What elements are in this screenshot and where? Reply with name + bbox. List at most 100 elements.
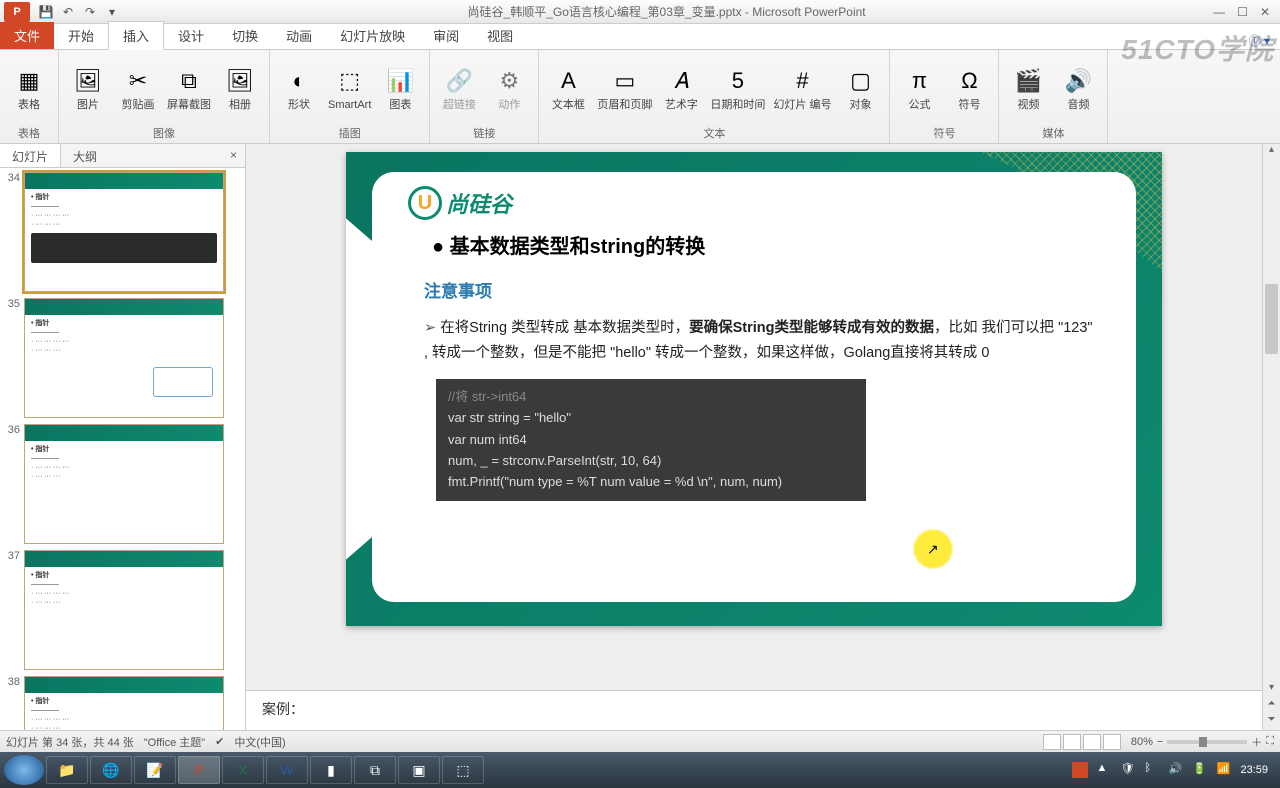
vertical-scrollbar[interactable]: ▴ ▾ ⏶ ⏷ [1262,144,1280,730]
ribbon-动作[interactable]: ⚙动作 [488,65,530,111]
zoom-slider[interactable] [1167,740,1247,744]
ribbon-页眉和页脚[interactable]: ▭页眉和页脚 [597,65,652,111]
close-icon[interactable]: ✕ [1260,5,1270,19]
tab-home[interactable]: 开始 [54,22,108,49]
undo-icon[interactable]: ↶ [60,4,76,20]
slide-thumbnail[interactable]: • 指针————· ··· ··· ··· ···· ··· ··· ··· [24,172,224,292]
zoom-control[interactable]: 80% − ＋ ⛶ [1131,734,1274,750]
sidetab-outline[interactable]: 大纲 [61,144,109,167]
tab-transitions[interactable]: 切换 [218,22,272,49]
动作-icon: ⚙ [493,65,525,97]
tab-animations[interactable]: 动画 [272,22,326,49]
slide-thumbnail[interactable]: • 指针————· ··· ··· ··· ···· ··· ··· ··· [24,424,224,544]
taskbar-app2[interactable]: ▣ [398,756,440,784]
tray-icon-1[interactable]: ▲ [1096,762,1112,778]
sidepanel-close-icon[interactable]: × [222,144,245,167]
ribbon-超链接[interactable]: 🔗超链接 [438,65,480,111]
幻灯片 编号-icon: # [786,65,818,97]
taskbar-vscode[interactable]: ⧉ [354,756,396,784]
notes-pane[interactable]: 案例： [246,690,1262,730]
save-icon[interactable]: 💾 [38,4,54,20]
tray-shield-icon[interactable]: 🛡 [1120,762,1136,778]
tab-insert[interactable]: 插入 [108,21,164,50]
group-label: 符号 [898,123,990,141]
normal-view-icon[interactable] [1043,734,1061,750]
slide[interactable]: U 尚硅谷 基本数据类型和string的转换 注意事项 在将String 类型转… [346,152,1162,626]
ribbon-对象[interactable]: ▢对象 [839,65,881,111]
ribbon-符号[interactable]: Ω符号 [948,65,990,111]
tray-clock[interactable]: 23:59 [1240,764,1268,776]
ribbon-音频[interactable]: 🔊音频 [1057,65,1099,111]
sorter-view-icon[interactable] [1063,734,1081,750]
scroll-up-icon[interactable]: ▴ [1263,144,1280,160]
zoom-in-icon[interactable]: ＋ [1251,734,1262,750]
ribbon-表格[interactable]: ▦表格 [8,65,50,111]
taskbar-word[interactable]: W [266,756,308,784]
taskbar-app1[interactable]: 📝 [134,756,176,784]
tab-view[interactable]: 视图 [473,22,527,49]
ribbon-视频[interactable]: 🎬视频 [1007,65,1049,111]
slideshow-view-icon[interactable] [1103,734,1121,750]
reading-view-icon[interactable] [1083,734,1101,750]
redo-icon[interactable]: ↷ [82,4,98,20]
slide-thumbnail[interactable]: • 指针————· ··· ··· ··· ···· ··· ··· ··· [24,298,224,418]
ribbon-相册[interactable]: 🖼相册 [219,65,261,111]
ribbon-屏幕截图[interactable]: ⧉ 屏幕截图 [167,65,211,111]
slide-paragraph: 在将String 类型转成 基本数据类型时，要确保String类型能够转成有效的… [424,316,1100,365]
slide-thumbnail[interactable]: • 指针————· ··· ··· ··· ···· ··· ··· ··· [24,550,224,670]
taskbar-excel[interactable]: X [222,756,264,784]
tray-battery-icon[interactable]: 🔋 [1192,762,1208,778]
ribbon-item-label: 表格 [18,99,40,111]
scrollbar-thumb[interactable] [1265,284,1278,354]
minimize-icon[interactable]: ― [1213,5,1225,19]
ribbon-item-label: 幻灯片 编号 [773,99,831,111]
tray-ime-icon[interactable] [1072,762,1088,778]
tab-slideshow[interactable]: 幻灯片放映 [326,22,419,49]
tab-review[interactable]: 审阅 [419,22,473,49]
ribbon-item-label: 图表 [389,99,411,111]
prev-slide-icon[interactable]: ⏶ [1263,698,1280,714]
thumbnails: 34• 指针————· ··· ··· ··· ···· ··· ··· ···… [0,168,245,730]
ribbon-幻灯片 编号[interactable]: # 幻灯片 编号 [773,65,831,111]
tray-network-icon[interactable]: 📶 [1216,762,1232,778]
taskbar-app3[interactable]: ⬚ [442,756,484,784]
ribbon-艺术字[interactable]: 𝐴艺术字 [660,65,702,111]
tray-bluetooth-icon[interactable]: ᛒ [1144,762,1160,778]
ribbon-tabs: 文件 开始 插入 设计 切换 动画 幻灯片放映 审阅 视图 ⓘ ▾ [0,24,1280,50]
group-label: 文本 [547,123,881,141]
tray-volume-icon[interactable]: 🔊 [1168,762,1184,778]
app-badge[interactable]: P [4,2,30,22]
ribbon-公式[interactable]: π公式 [898,65,940,111]
ribbon-item-label: 日期和时间 [710,99,765,111]
start-button[interactable] [4,755,44,785]
公式-icon: π [903,65,935,97]
tab-file[interactable]: 文件 [0,22,54,49]
ribbon-图片[interactable]: 🖼图片 [67,65,109,111]
taskbar-powerpoint[interactable]: P [178,756,220,784]
next-slide-icon[interactable]: ⏷ [1263,714,1280,730]
tab-design[interactable]: 设计 [164,22,218,49]
logo: U 尚硅谷 [408,186,1100,220]
ribbon-图表[interactable]: 📊图表 [379,65,421,111]
taskbar-chrome[interactable]: 🌐 [90,756,132,784]
ribbon-剪贴画[interactable]: ✂剪贴画 [117,65,159,111]
maximize-icon[interactable]: ☐ [1237,5,1248,19]
ribbon-item-label: 屏幕截图 [167,99,211,111]
system-tray[interactable]: ▲ 🛡 ᛒ 🔊 🔋 📶 23:59 [1072,762,1276,778]
ribbon-文本框[interactable]: A文本框 [547,65,589,111]
qat-more-icon[interactable]: ▾ [104,4,120,20]
ribbon-日期和时间[interactable]: 5日期和时间 [710,65,765,111]
slide-thumbnail[interactable]: • 指针————· ··· ··· ··· ···· ··· ··· ··· [24,676,224,730]
scroll-down-icon[interactable]: ▾ [1263,682,1280,698]
language[interactable]: 中文(中国) [234,734,285,750]
ribbon-形状[interactable]: ◐形状 [278,65,320,111]
spellcheck-icon[interactable]: ✔ [215,735,224,748]
taskbar-explorer[interactable]: 📁 [46,756,88,784]
view-buttons [1043,734,1121,750]
ribbon-SmartArt[interactable]: ⬚SmartArt [328,65,371,111]
fit-icon[interactable]: ⛶ [1266,735,1274,748]
taskbar-terminal[interactable]: ▮ [310,756,352,784]
zoom-out-icon[interactable]: − [1157,736,1163,748]
sidetab-slides[interactable]: 幻灯片 [0,144,61,167]
屏幕截图-icon: ⧉ [173,65,205,97]
